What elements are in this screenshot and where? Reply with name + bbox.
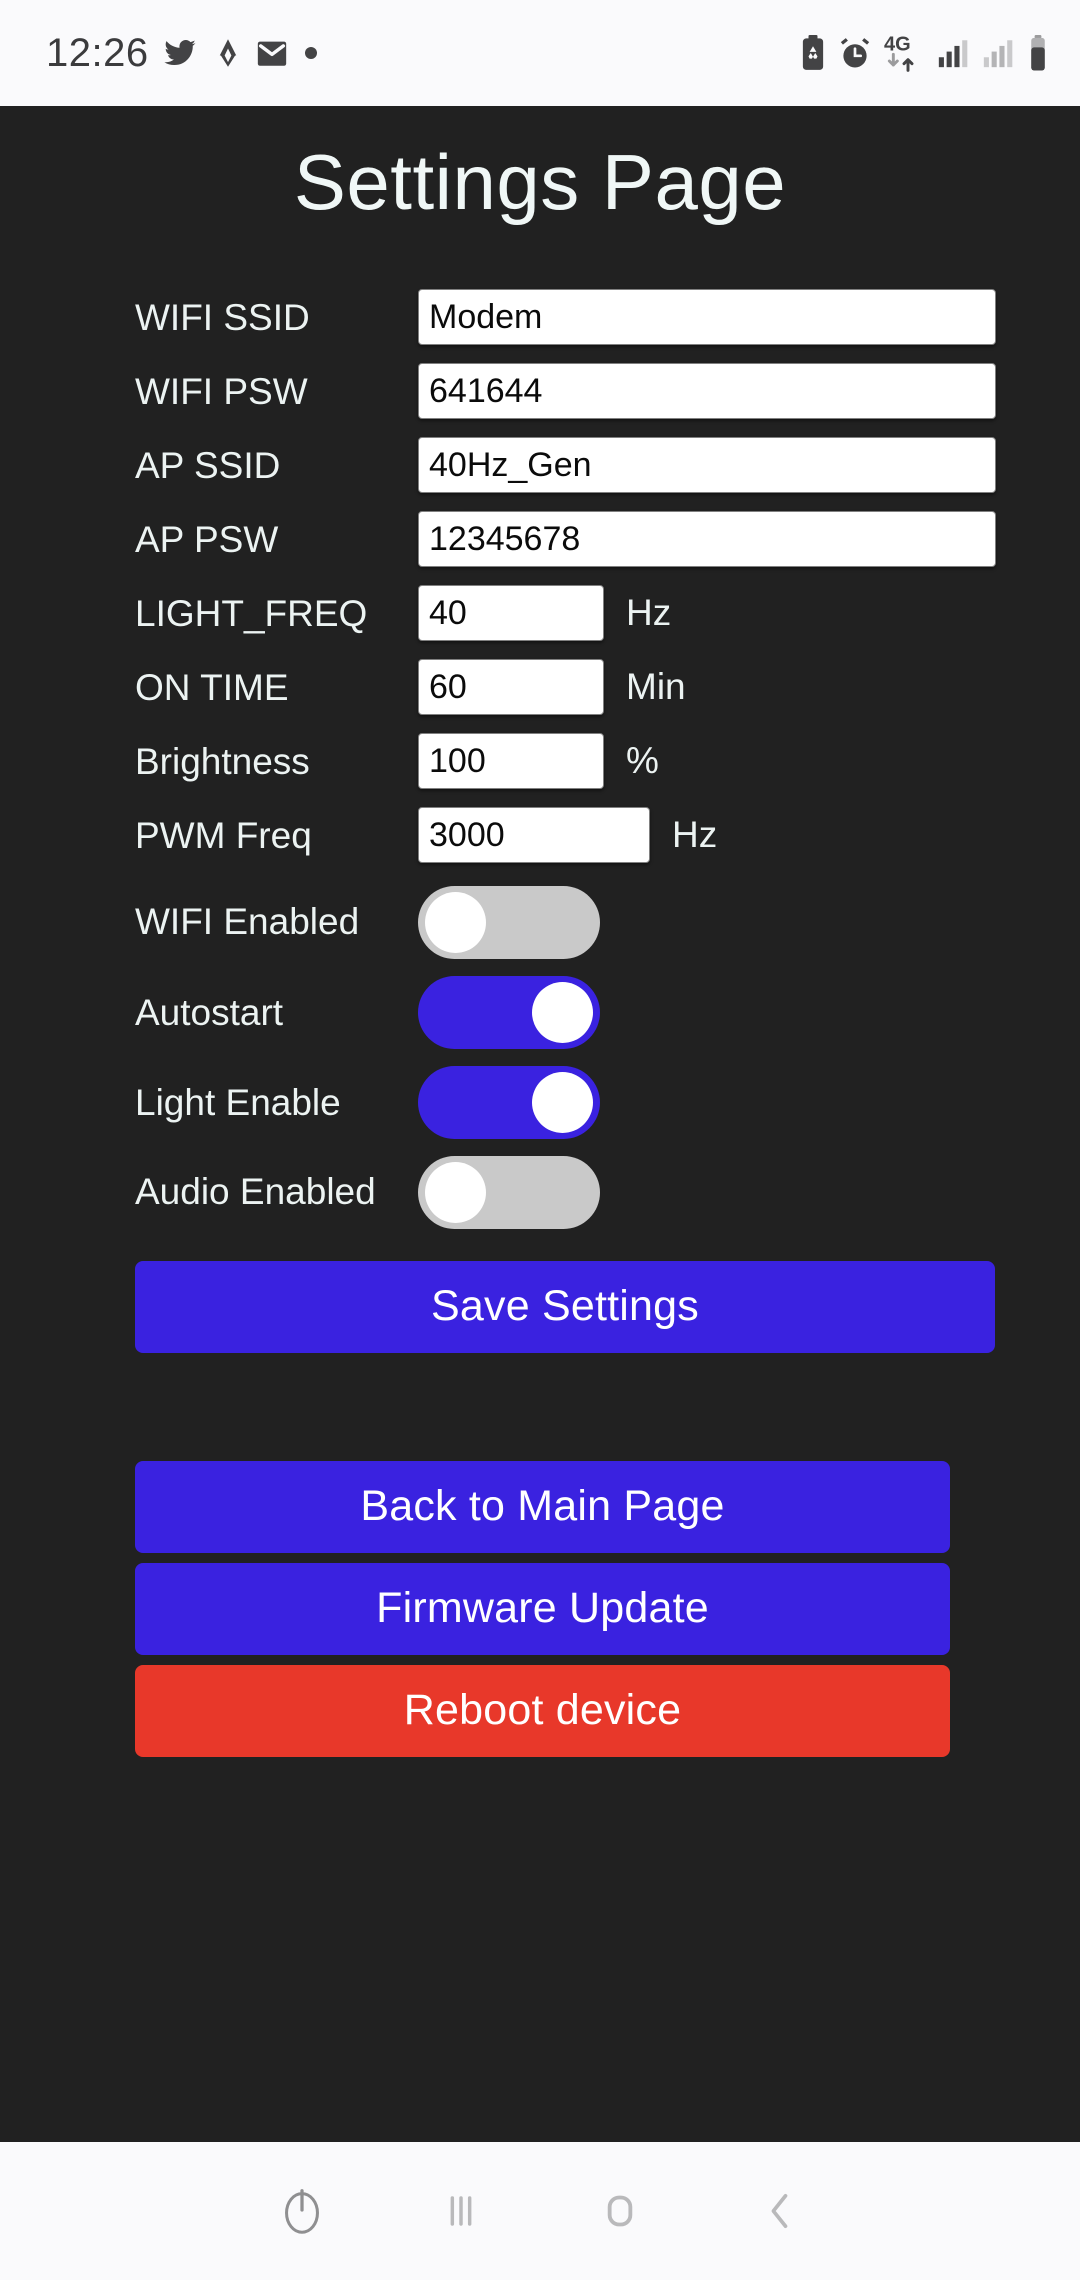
input-wifi-psw[interactable]: 641644 [418,363,996,420]
settings-form: WIFI SSID Modem WIFI PSW 641644 AP SSID … [0,286,1080,1238]
label-on-time: ON TIME [135,666,289,708]
input-light-freq[interactable]: 40 [418,585,604,642]
status-bar: 12:26 4G [0,0,1080,106]
input-pwm-freq[interactable]: 3000 [418,807,650,864]
toggle-row-light-enable: Light Enable [135,1058,1080,1148]
alarm-icon [838,36,872,70]
label-ap-psw: AP PSW [135,518,279,560]
toggle-row-autostart: Autostart [135,968,1080,1058]
field-row-wifi-psw: WIFI PSW 641644 [135,360,1080,423]
label-pwm-freq: PWM Freq [135,814,312,856]
home-icon[interactable] [557,2142,682,2280]
status-clock: 12:26 [46,30,149,75]
strava-icon [211,36,241,70]
toggle-knob [532,982,593,1044]
field-row-ap-psw: AP PSW 12345678 [135,508,1080,571]
unit-light-freq: Hz [626,592,672,634]
toggle-knob [425,1162,486,1224]
label-light-freq: LIGHT_FREQ [135,592,368,634]
toggle-row-wifi-enabled: WIFI Enabled [135,878,1080,968]
battery-saver-icon [799,35,827,71]
recents-icon[interactable] [398,2142,523,2280]
toggle-autostart[interactable] [418,976,600,1050]
field-row-on-time: ON TIME 60 Min [135,656,1080,719]
input-ap-ssid[interactable]: 40Hz_Gen [418,437,996,494]
field-row-pwm-freq: PWM Freq 3000 Hz [135,804,1080,867]
field-row-wifi-ssid: WIFI SSID Modem [135,286,1080,349]
status-bar-left: 12:26 [46,31,319,76]
back-icon[interactable] [716,2142,841,2280]
toggle-audio-enabled[interactable] [418,1156,600,1230]
label-ap-ssid: AP SSID [135,444,281,486]
dot-icon [303,45,319,61]
field-row-ap-ssid: AP SSID 40Hz_Gen [135,434,1080,497]
label-audio-enabled: Audio Enabled [135,1171,376,1213]
battery-icon [1026,35,1050,71]
system-navigation-bar [0,2142,1080,2280]
input-brightness[interactable]: 100 [418,733,604,790]
unit-on-time: Min [626,666,686,708]
toggle-light-enable[interactable] [418,1066,600,1140]
toggle-wifi-enabled[interactable] [418,886,600,960]
toggle-row-audio-enabled: Audio Enabled [135,1148,1080,1238]
signal-1-icon [936,36,970,70]
label-light-enable: Light Enable [135,1082,341,1124]
phone-screen: 12:26 4G Settings Page WIFI SSID Modem W… [0,0,1080,2280]
back-to-main-page-button[interactable]: Back to Main Page [135,1460,950,1553]
mail-icon [255,36,289,70]
power-icon[interactable] [239,2142,364,2280]
input-on-time[interactable]: 60 [418,659,604,716]
unit-pwm-freq: Hz [672,814,718,856]
input-wifi-ssid[interactable]: Modem [418,289,996,346]
svg-text:4G: 4G [884,33,911,55]
toggle-knob [425,892,486,954]
label-wifi-enabled: WIFI Enabled [135,901,360,943]
twitter-icon [163,36,197,70]
field-row-light-freq: LIGHT_FREQ 40 Hz [135,582,1080,645]
settings-page: Settings Page WIFI SSID Modem WIFI PSW 6… [0,106,1080,2142]
page-title: Settings Page [293,138,787,226]
signal-2-icon [981,36,1015,70]
firmware-update-button[interactable]: Firmware Update [135,1562,950,1655]
input-ap-psw[interactable]: 12345678 [418,511,996,568]
unit-brightness: % [626,740,659,782]
label-autostart: Autostart [135,992,284,1034]
4g-data-icon: 4G [883,33,925,73]
field-row-brightness: Brightness 100 % [135,730,1080,793]
save-settings-button[interactable]: Save Settings [135,1260,995,1353]
toggle-knob [532,1072,593,1134]
reboot-device-button[interactable]: Reboot device [135,1664,950,1757]
navigation-button-stack: Back to Main Page Firmware Update Reboot… [135,1460,1080,1757]
label-wifi-ssid: WIFI SSID [135,296,310,338]
status-bar-right: 4G [799,0,1050,106]
label-brightness: Brightness [135,740,310,782]
label-wifi-psw: WIFI PSW [135,370,308,412]
